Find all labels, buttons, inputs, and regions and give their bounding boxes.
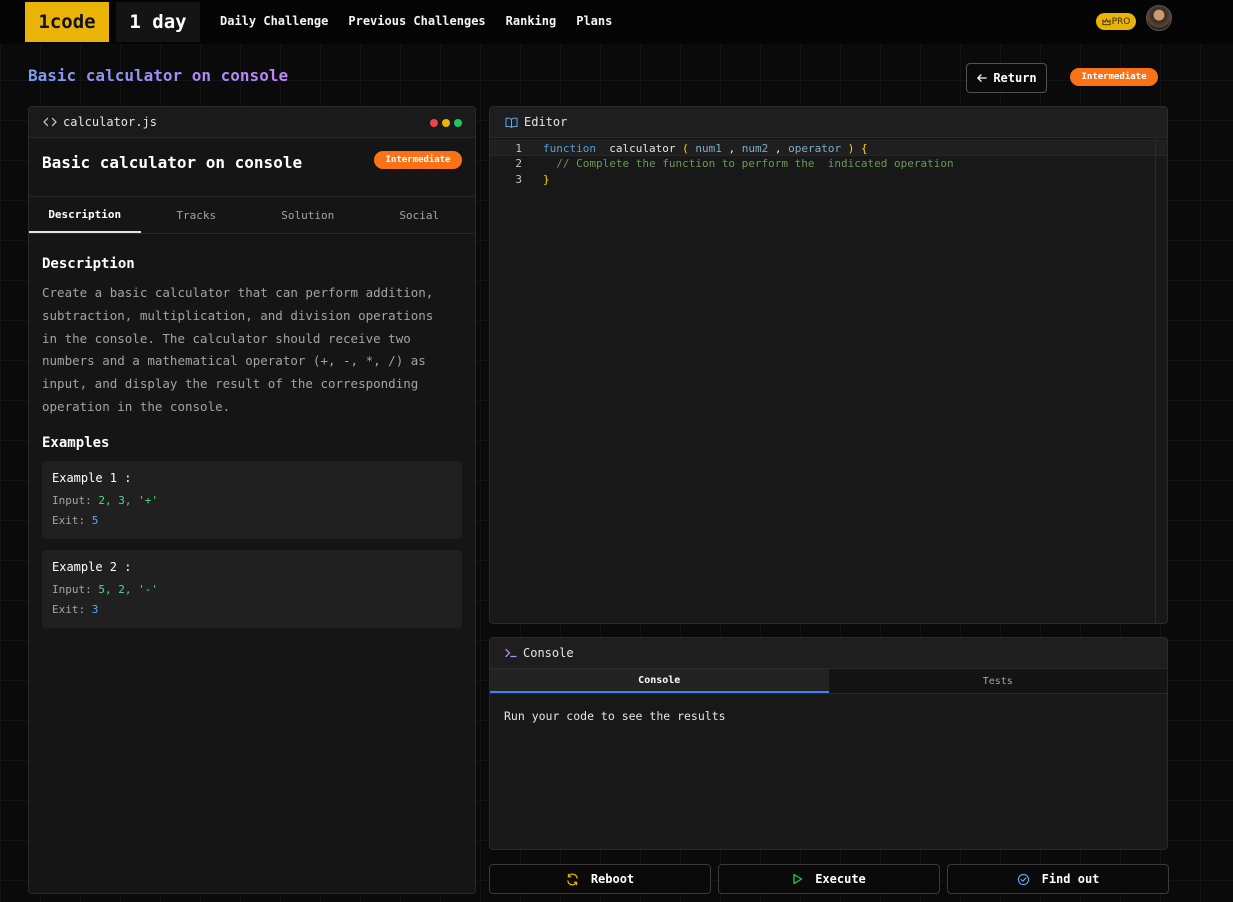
execute-button[interactable]: Execute bbox=[718, 864, 940, 894]
crown-icon bbox=[1102, 17, 1111, 26]
console-tabs: Console Tests bbox=[490, 669, 1167, 694]
exit-value: 5 bbox=[91, 513, 99, 527]
action-buttons: Reboot Execute Find out bbox=[489, 864, 1169, 894]
example-title: Example 2 : bbox=[52, 559, 132, 574]
editor-scrollbar[interactable] bbox=[1155, 138, 1167, 623]
execute-label: Execute bbox=[815, 872, 866, 886]
code-line: 1 function calculator ( num1 , num2 , op… bbox=[490, 140, 1167, 156]
level-badge: Intermediate bbox=[1070, 68, 1158, 86]
code-line-text: } bbox=[543, 172, 550, 188]
code-brackets-icon bbox=[43, 117, 57, 127]
tab-description[interactable]: Description bbox=[29, 197, 141, 233]
reboot-button[interactable]: Reboot bbox=[489, 864, 711, 894]
code-param: num1 bbox=[695, 142, 722, 155]
problem-tabs: Description Tracks Solution Social bbox=[29, 197, 475, 234]
code-separator: , bbox=[728, 142, 736, 155]
code-area[interactable]: 1 function calculator ( num1 , num2 , op… bbox=[490, 138, 1167, 188]
book-open-icon bbox=[505, 117, 518, 128]
top-navbar: 1code 1 day Daily Challenge Previous Cha… bbox=[0, 0, 1233, 44]
code-line: 3 } bbox=[490, 172, 1167, 188]
example-exit: Exit: 3 bbox=[52, 600, 452, 620]
line-number: 3 bbox=[515, 173, 522, 186]
description-section: Description Create a basic calculator th… bbox=[29, 256, 475, 628]
line-number: 1 bbox=[515, 142, 522, 155]
problem-header: Basic calculator on console Intermediate bbox=[29, 138, 475, 197]
examples-heading: Examples bbox=[42, 434, 110, 451]
tab-tracks[interactable]: Tracks bbox=[141, 197, 253, 233]
return-label: Return bbox=[993, 71, 1037, 85]
dot-yellow bbox=[442, 119, 450, 127]
play-icon bbox=[792, 873, 803, 885]
dot-red bbox=[430, 119, 438, 127]
example-card: Example 1 : Input: 2, 3, '+' Exit: 5 bbox=[42, 460, 462, 539]
input-value: 5, 2, '-' bbox=[98, 582, 158, 596]
find-out-button[interactable]: Find out bbox=[947, 864, 1169, 894]
pro-badge[interactable]: PRO bbox=[1096, 13, 1136, 30]
description-heading: Description bbox=[42, 256, 135, 272]
code-open-paren: ( bbox=[682, 142, 689, 155]
editor-header: Editor bbox=[490, 107, 1167, 138]
terminal-icon bbox=[505, 648, 517, 658]
tab-console[interactable]: Console bbox=[490, 669, 829, 693]
code-line-text: function calculator ( num1 , num2 , oper… bbox=[543, 141, 868, 157]
tab-solution[interactable]: Solution bbox=[252, 197, 364, 233]
nav-links: Daily Challenge Previous Challenges Rank… bbox=[220, 0, 612, 42]
check-circle-icon bbox=[1017, 873, 1030, 886]
streak-counter: 1 day bbox=[116, 2, 200, 42]
console-label: Console bbox=[523, 646, 574, 660]
code-keyword: function bbox=[543, 142, 596, 155]
file-name: calculator.js bbox=[63, 115, 157, 129]
code-close-brace: } bbox=[543, 173, 550, 186]
pro-label: PRO bbox=[1111, 16, 1131, 27]
console-output: Run your code to see the results bbox=[504, 709, 726, 723]
problem-panel: calculator.js Basic calculator on consol… bbox=[28, 106, 476, 894]
example-input: Input: 2, 3, '+' bbox=[52, 491, 452, 511]
code-function-name: calculator bbox=[609, 142, 676, 155]
exit-value: 3 bbox=[91, 602, 99, 616]
line-number: 2 bbox=[515, 157, 522, 170]
code-line-text: // Complete the function to perform the … bbox=[543, 156, 954, 172]
code-open-brace: { bbox=[860, 142, 868, 155]
tab-social[interactable]: Social bbox=[364, 197, 476, 233]
example-card: Example 2 : Input: 5, 2, '-' Exit: 3 bbox=[42, 549, 462, 628]
input-label: Input: bbox=[52, 493, 92, 507]
window-dots bbox=[430, 119, 462, 127]
page-title: Basic calculator on console bbox=[28, 66, 289, 85]
problem-title: Basic calculator on console bbox=[42, 153, 303, 172]
find-out-label: Find out bbox=[1041, 872, 1100, 886]
code-comment: // Complete the function to perform the … bbox=[556, 157, 954, 170]
example-title: Example 1 : bbox=[52, 470, 132, 485]
refresh-icon bbox=[566, 873, 579, 886]
nav-daily-challenge[interactable]: Daily Challenge bbox=[220, 14, 328, 28]
description-text: Create a basic calculator that can perfo… bbox=[42, 285, 434, 414]
exit-label: Exit: bbox=[52, 513, 86, 527]
avatar[interactable] bbox=[1146, 5, 1172, 31]
example-exit: Exit: 5 bbox=[52, 511, 452, 531]
console-panel: Console Console Tests Run your code to s… bbox=[489, 637, 1168, 850]
reboot-label: Reboot bbox=[590, 872, 635, 886]
nav-plans[interactable]: Plans bbox=[576, 14, 612, 28]
code-param: operator bbox=[788, 142, 842, 155]
code-close-paren: ) bbox=[847, 142, 855, 155]
nav-ranking[interactable]: Ranking bbox=[506, 14, 557, 28]
file-bar: calculator.js bbox=[29, 107, 475, 138]
example-input: Input: 5, 2, '-' bbox=[52, 580, 452, 600]
code-separator: , bbox=[774, 142, 782, 155]
arrow-left-icon bbox=[976, 73, 988, 83]
exit-label: Exit: bbox=[52, 602, 86, 616]
problem-level-badge: Intermediate bbox=[374, 151, 462, 169]
console-header: Console bbox=[490, 638, 1167, 669]
dot-green bbox=[454, 119, 462, 127]
input-value: 2, 3, '+' bbox=[98, 493, 158, 507]
editor-label: Editor bbox=[524, 115, 568, 129]
code-param: num2 bbox=[741, 142, 769, 155]
input-label: Input: bbox=[52, 582, 92, 596]
nav-previous-challenges[interactable]: Previous Challenges bbox=[348, 14, 485, 28]
code-line: 2 // Complete the function to perform th… bbox=[490, 156, 1167, 172]
code-editor-panel: Editor 1 function calculator ( num1 , nu… bbox=[489, 106, 1168, 624]
tab-tests[interactable]: Tests bbox=[829, 669, 1168, 693]
return-button[interactable]: Return bbox=[966, 63, 1047, 93]
logo[interactable]: 1code bbox=[25, 2, 109, 42]
